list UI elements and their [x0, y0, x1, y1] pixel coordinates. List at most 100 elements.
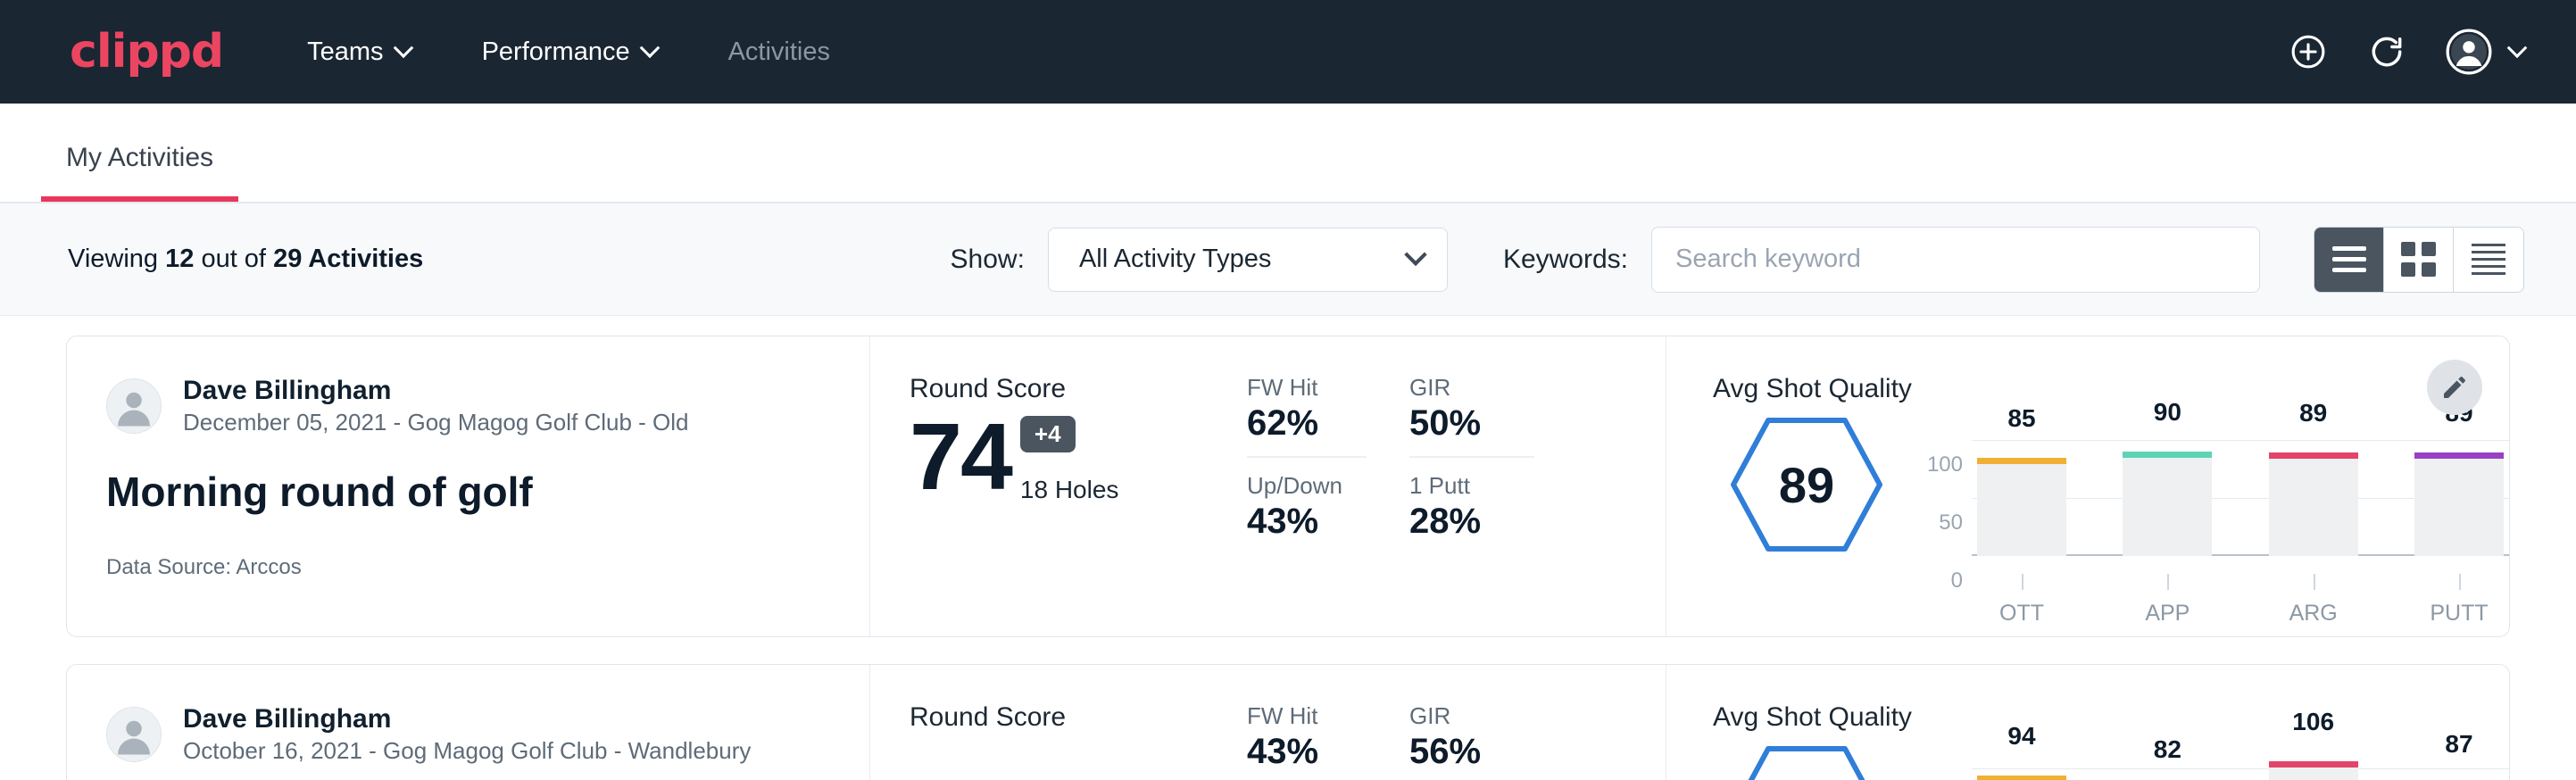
- chart-y-tick: 0: [1951, 568, 1963, 593]
- nav-item-performance[interactable]: Performance: [457, 37, 682, 67]
- chart-y-axis: 050100: [1915, 768, 1972, 780]
- avg-shot-quality-block: Avg Shot Quality 050100 948210687 OTTAPP…: [1666, 665, 2509, 780]
- stat-gir: GIR 56%: [1409, 702, 1534, 780]
- edit-activity-button[interactable]: [2427, 360, 2482, 415]
- activity-person: Dave Billingham October 16, 2021 - Gog M…: [106, 702, 834, 766]
- round-score-block: Round Score 74 +4 18 Holes: [870, 336, 1238, 636]
- chart-plot-area: 85908989: [1972, 415, 2509, 574]
- chart-y-tick: 100: [1927, 452, 1963, 477]
- chart-bar-value: 90: [2154, 398, 2181, 427]
- chart-bar-putt: 89: [2414, 415, 2504, 556]
- list-icon: [2332, 246, 2366, 272]
- nav-actions: [2289, 29, 2524, 75]
- chart-bar-value: 82: [2154, 735, 2181, 764]
- brand-logo[interactable]: clippd: [70, 25, 223, 79]
- activity-info: Dave Billingham October 16, 2021 - Gog M…: [67, 665, 870, 780]
- activity-meta: October 16, 2021 - Gog Magog Golf Club -…: [183, 736, 751, 767]
- chart-bar-rect: [1977, 458, 2066, 557]
- chart-x-tick: APP: [2123, 574, 2212, 626]
- person-name: Dave Billingham: [183, 374, 689, 408]
- nav-item-label: Performance: [482, 37, 630, 67]
- stat-value: 56%: [1409, 732, 1534, 772]
- chart-bar-rect: [2269, 761, 2358, 780]
- stat-fw-hit: FW Hit 43%: [1247, 702, 1367, 780]
- activity-card[interactable]: Dave Billingham October 16, 2021 - Gog M…: [66, 664, 2510, 780]
- avg-shot-quality-label: Avg Shot Quality: [1713, 374, 2509, 404]
- round-score-label: Round Score: [910, 374, 1238, 404]
- shot-quality-chart: 050100 85908989 OTTAPPARGPUTT: [1900, 411, 2509, 626]
- stat-one-putt: 1 Putt 28%: [1409, 472, 1534, 542]
- shot-quality-hexagon: [1713, 740, 1900, 780]
- chart-bar-rect: [1977, 776, 2066, 780]
- chart-bar-rect: [2123, 452, 2212, 556]
- chart-plot-area: 948210687: [1972, 743, 2509, 780]
- activity-info: Dave Billingham December 05, 2021 - Gog …: [67, 336, 870, 636]
- chart-bar-app: 90: [2123, 415, 2212, 556]
- hexagon-icon: [1730, 743, 1883, 780]
- stat-gir: GIR 50%: [1409, 374, 1534, 458]
- keywords-label: Keywords:: [1503, 245, 1628, 275]
- activity-title: Morning round of golf: [106, 468, 834, 516]
- nav-item-label: Activities: [728, 37, 830, 67]
- search-input[interactable]: [1651, 227, 2260, 293]
- list-view-button[interactable]: [2314, 228, 2384, 292]
- stat-label: Up/Down: [1247, 472, 1367, 500]
- stat-value: 43%: [1247, 502, 1367, 542]
- nav-item-activities[interactable]: Activities: [703, 37, 855, 67]
- stat-value: 28%: [1409, 502, 1534, 542]
- chart-x-tick: PUTT: [2414, 574, 2504, 626]
- chart-bar-arg: 106: [2269, 743, 2358, 780]
- activity-type-select[interactable]: All Activity Types: [1048, 228, 1448, 292]
- stat-label: GIR: [1409, 374, 1534, 402]
- shot-quality-chart: 050100 948210687 OTTAPPARGPUTT: [1900, 740, 2509, 780]
- chart-bar-value: 89: [2299, 399, 2327, 427]
- nav-item-label: Teams: [307, 37, 383, 67]
- chart-bar-rect: [2414, 452, 2504, 556]
- chart-bar-ott: 85: [1977, 415, 2066, 556]
- holes-label: 18 Holes: [1020, 476, 1119, 504]
- rows-icon: [2472, 244, 2505, 275]
- chart-bars: 85908989: [1972, 415, 2509, 556]
- chevron-down-icon: [2507, 37, 2528, 58]
- chart-x-tick: OTT: [1977, 574, 2066, 626]
- add-icon[interactable]: [2289, 32, 2328, 71]
- compact-view-button[interactable]: [2454, 228, 2523, 292]
- activity-card[interactable]: Dave Billingham December 05, 2021 - Gog …: [66, 336, 2510, 637]
- avatar: [106, 378, 162, 434]
- grid-view-button[interactable]: [2384, 228, 2454, 292]
- top-navigation-bar: clippd Teams Performance Activities: [0, 0, 2576, 104]
- activity-meta: December 05, 2021 - Gog Magog Golf Club …: [183, 408, 689, 438]
- account-icon: [2446, 29, 2492, 75]
- round-score-row: 74 +4 18 Holes: [910, 410, 1238, 504]
- chart-bar-value: 87: [2445, 730, 2472, 759]
- round-score-label: Round Score: [910, 702, 1238, 733]
- tab-my-activities[interactable]: My Activities: [41, 143, 238, 202]
- chart-bar-app: 82: [2123, 743, 2212, 780]
- grid-icon: [2401, 242, 2436, 277]
- avg-shot-quality-label: Avg Shot Quality: [1713, 702, 2509, 733]
- person-name: Dave Billingham: [183, 702, 751, 736]
- person-icon: [107, 378, 161, 434]
- activity-data-source: Data Source: Arccos: [106, 555, 834, 580]
- chevron-down-icon: [393, 37, 413, 58]
- account-menu[interactable]: [2446, 29, 2524, 75]
- avg-shot-quality-block: Avg Shot Quality 89 0 50 100 85 90 89 89: [1666, 336, 2509, 636]
- toolbar-controls: Show: All Activity Types Keywords:: [951, 227, 2524, 293]
- primary-nav: Teams Performance Activities: [282, 37, 877, 67]
- filter-toolbar: Viewing 12 out of 29 Activities Show: Al…: [0, 203, 2576, 316]
- activity-list: Dave Billingham December 05, 2021 - Gog …: [0, 316, 2576, 780]
- chart-y-axis: 050100: [1915, 440, 1972, 574]
- chart-y-tick: 50: [1939, 510, 1963, 535]
- avatar: [106, 707, 162, 762]
- chart-bar-putt: 87: [2414, 743, 2504, 780]
- pencil-icon: [2440, 373, 2469, 402]
- refresh-icon[interactable]: [2367, 32, 2406, 71]
- shot-quality-hexagon: 89: [1713, 411, 1900, 554]
- round-score-value: 74: [910, 410, 1011, 504]
- stat-fw-hit: FW Hit 62%: [1247, 374, 1367, 458]
- stat-label: FW Hit: [1247, 702, 1367, 730]
- viewing-middle: out of: [201, 245, 266, 273]
- chart-bar-rect: [2269, 452, 2358, 556]
- nav-item-teams[interactable]: Teams: [282, 37, 435, 67]
- round-score-block: Round Score: [870, 665, 1238, 780]
